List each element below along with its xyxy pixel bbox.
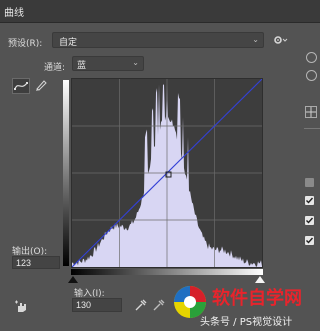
targeted-adjust-hand-icon[interactable] [14,300,30,314]
preset-value: 自定 [59,38,78,48]
curves-graph[interactable] [71,78,263,268]
right-panel-divider [304,128,320,129]
watermark-subtext: 头条号 / PS视觉设计 [200,317,293,328]
channel-value: 蓝 [77,61,87,71]
input-field[interactable] [72,298,122,312]
right-panel-checkbox[interactable] [305,196,314,205]
right-panel-checkbox-disabled[interactable] [305,178,314,187]
svg-text:软件自学网: 软件自学网 [212,287,302,309]
right-panel-grid-icon[interactable] [305,106,317,118]
channel-label: 通道: [44,63,66,73]
preset-dropdown[interactable]: 自定 ⌄ [52,32,264,48]
channel-dropdown[interactable]: 蓝 ⌄ [72,56,144,71]
window-title: 曲线 [4,8,24,19]
chevron-down-icon: ⌄ [132,58,139,67]
right-panel-radio[interactable] [306,70,317,81]
output-gradient-bar [63,80,69,266]
preset-label: 预设(R): [8,39,43,49]
black-point-slider[interactable] [68,276,78,283]
curve-point-tool-icon[interactable] [12,78,30,94]
right-panel-checkbox[interactable] [305,236,314,245]
preset-options-gear-icon[interactable] [272,34,288,46]
black-eyedropper-icon[interactable] [134,298,148,312]
window-titlebar: 曲线 [0,0,320,23]
pencil-tool-icon[interactable] [34,78,48,92]
chevron-down-icon: ⌄ [252,35,259,44]
input-gradient-bar [71,269,263,275]
output-field[interactable] [12,256,60,269]
right-panel-checkbox[interactable] [305,216,314,225]
right-panel-radio[interactable] [306,52,317,63]
